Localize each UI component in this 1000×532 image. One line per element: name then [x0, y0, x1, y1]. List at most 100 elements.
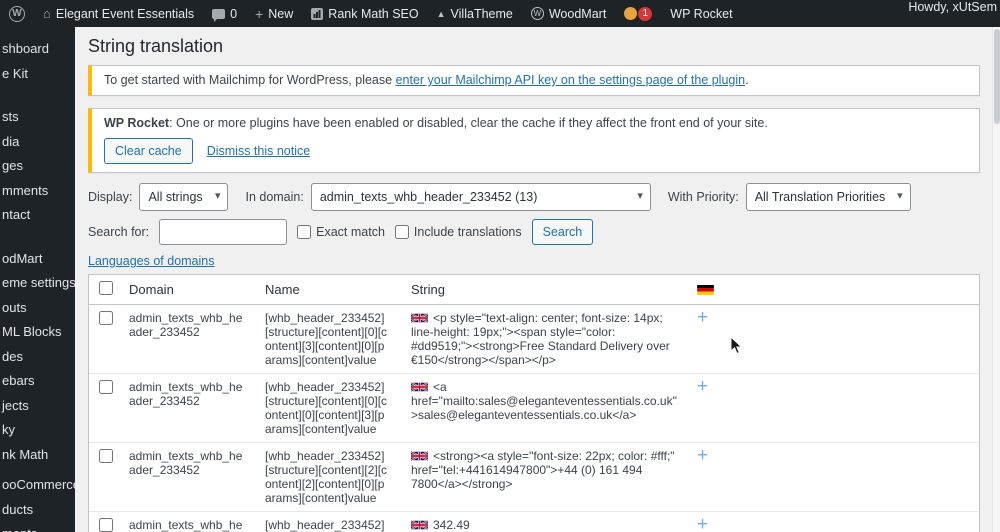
sidebar-item[interactable]: ky: [0, 418, 75, 443]
woodmart-icon: W: [530, 7, 544, 20]
include-translations-label: Include translations: [413, 225, 522, 239]
wordpress-logo-icon: W: [9, 5, 25, 22]
clear-cache-button[interactable]: Clear cache: [104, 138, 193, 164]
row-checkbox-cell: [89, 304, 119, 374]
select-all-checkbox[interactable]: [99, 281, 113, 295]
comment-icon: [212, 8, 226, 22]
display-filter-select[interactable]: All strings: [139, 183, 229, 211]
sidebar-item[interactable]: outs: [0, 296, 75, 321]
row-add-cell: +: [687, 442, 979, 512]
rank-math-label: Rank Math SEO: [328, 6, 419, 21]
domain-filter-select[interactable]: admin_texts_whb_header_233452 (13): [310, 183, 651, 211]
wp-logo-menu[interactable]: W: [0, 0, 34, 27]
row-string: 342.49: [401, 511, 687, 532]
domain-filter-label: In domain:: [245, 190, 304, 204]
notification-icon: [624, 7, 638, 20]
howdy-label: Howdy, xUtSem: [908, 0, 997, 14]
sidebar-item[interactable]: eme settings: [0, 271, 75, 296]
exact-match-checkbox[interactable]: [297, 225, 312, 239]
uk-flag-icon: [410, 450, 429, 462]
admin-sidebar: shboard e Kit sts dia ges mments ntact o…: [0, 27, 75, 532]
row-checkbox[interactable]: [99, 518, 113, 532]
name-column-header: Name: [255, 275, 401, 305]
sidebar-item[interactable]: ebars: [0, 369, 75, 394]
mailchimp-settings-link[interactable]: enter your Mailchimp API key on the sett…: [396, 73, 746, 87]
sidebar-item[interactable]: ments: [0, 522, 75, 532]
sidebar-item[interactable]: odMart: [0, 247, 75, 272]
include-translations-checkbox[interactable]: [394, 225, 409, 239]
villatheme-icon: ▲: [436, 8, 446, 19]
sidebar-item[interactable]: jects: [0, 394, 75, 419]
row-checkbox[interactable]: [99, 311, 113, 325]
search-label: Search for:: [88, 225, 150, 239]
row-checkbox-cell: [89, 442, 119, 512]
comments-menu[interactable]: 0: [203, 0, 246, 27]
villatheme-menu[interactable]: ▲ VillaTheme: [428, 0, 522, 27]
main-content: String translation To get started with M…: [75, 27, 992, 532]
mailchimp-notice: To get started with Mailchimp for WordPr…: [88, 65, 980, 96]
table-row: admin_texts_whb_header_233452 [whb_heade…: [89, 442, 979, 512]
add-translation-button[interactable]: +: [697, 308, 708, 327]
table-row: admin_texts_whb_header_233452 [whb_heade…: [89, 511, 979, 532]
notification-menu[interactable]: 1: [615, 0, 661, 27]
rank-math-menu[interactable]: Rank Math SEO: [302, 0, 427, 27]
mailchimp-notice-prefix: To get started with Mailchimp for WordPr…: [104, 73, 396, 87]
sidebar-item[interactable]: ooCommerce: [0, 473, 75, 498]
strings-tbody: admin_texts_whb_header_233452 [whb_heade…: [89, 304, 979, 532]
row-name: [whb_header_233452][structure][content][…: [255, 373, 401, 443]
sidebar-item[interactable]: nk Math: [0, 443, 75, 468]
include-translations-option: Include translations: [394, 225, 522, 239]
languages-of-domains-link[interactable]: Languages of domains: [88, 254, 214, 268]
woodmart-label: WoodMart: [548, 6, 607, 21]
row-checkbox[interactable]: [99, 380, 113, 394]
row-string: <a href="mailto:sales@eleganteventessent…: [401, 373, 687, 443]
sidebar-item[interactable]: sts: [0, 105, 75, 130]
row-string-text: <a href="mailto:sales@eleganteventessent…: [411, 380, 677, 422]
wp-rocket-notice-actions: Clear cache Dismiss this notice: [104, 138, 967, 164]
row-checkbox-cell: [89, 511, 119, 532]
scrollbar-thumb[interactable]: [993, 29, 1000, 124]
sidebar-item[interactable]: ges: [0, 154, 75, 179]
select-all-cell: [89, 275, 119, 305]
howdy-menu[interactable]: Howdy, xUtSem: [899, 0, 1000, 14]
uk-flag-icon: [410, 312, 429, 324]
row-checkbox[interactable]: [99, 449, 113, 463]
add-translation-button[interactable]: +: [697, 377, 708, 396]
priority-filter-wrap: All Translation Priorities: [745, 183, 911, 211]
vertical-scrollbar[interactable]: [992, 27, 1000, 532]
sidebar-item[interactable]: e Kit: [0, 62, 75, 87]
add-translation-button[interactable]: +: [697, 515, 708, 532]
priority-filter-select[interactable]: All Translation Priorities: [745, 183, 911, 211]
strings-table: Domain Name String admin_texts_whb_heade…: [88, 274, 980, 532]
sidebar-item[interactable]: mments: [0, 179, 75, 204]
sidebar-item[interactable]: shboard: [0, 37, 75, 62]
woodmart-menu[interactable]: W WoodMart: [522, 0, 615, 27]
wp-rocket-menu[interactable]: WP Rocket: [661, 0, 741, 27]
display-filter-wrap: All strings: [139, 183, 229, 211]
dismiss-notice-link[interactable]: Dismiss this notice: [207, 143, 311, 160]
home-icon: ⌂: [43, 6, 51, 21]
sidebar-item[interactable]: ntact: [0, 203, 75, 228]
comments-count: 0: [230, 6, 238, 21]
sidebar-menu: shboard e Kit sts dia ges mments ntact o…: [0, 27, 75, 532]
priority-filter-label: With Priority:: [667, 190, 739, 204]
site-name-menu[interactable]: ⌂ Elegant Event Essentials: [34, 0, 203, 27]
sidebar-item[interactable]: des: [0, 345, 75, 370]
row-name: [whb_header_233452][structure][content][…: [255, 511, 401, 532]
wp-rocket-notice-text: WP Rocket: One or more plugins have been…: [104, 115, 967, 132]
filters-row: Display: All strings In domain: admin_te…: [88, 183, 980, 211]
search-input[interactable]: [159, 219, 288, 245]
sidebar-item[interactable]: dia: [0, 130, 75, 155]
target-language-header: [687, 275, 979, 305]
row-domain: admin_texts_whb_header_233452: [119, 304, 255, 374]
sidebar-item[interactable]: ML Blocks: [0, 320, 75, 345]
wp-rocket-notice-body: : One or more plugins have been enabled …: [169, 116, 768, 130]
exact-match-option: Exact match: [297, 225, 385, 239]
sidebar-item[interactable]: ducts: [0, 498, 75, 523]
german-flag-icon: [697, 285, 714, 295]
search-button[interactable]: Search: [531, 219, 594, 245]
add-translation-button[interactable]: +: [697, 446, 708, 465]
new-menu[interactable]: + New: [246, 0, 302, 27]
row-name: [whb_header_233452][structure][content][…: [255, 442, 401, 512]
row-name: [whb_header_233452][structure][content][…: [255, 304, 401, 374]
